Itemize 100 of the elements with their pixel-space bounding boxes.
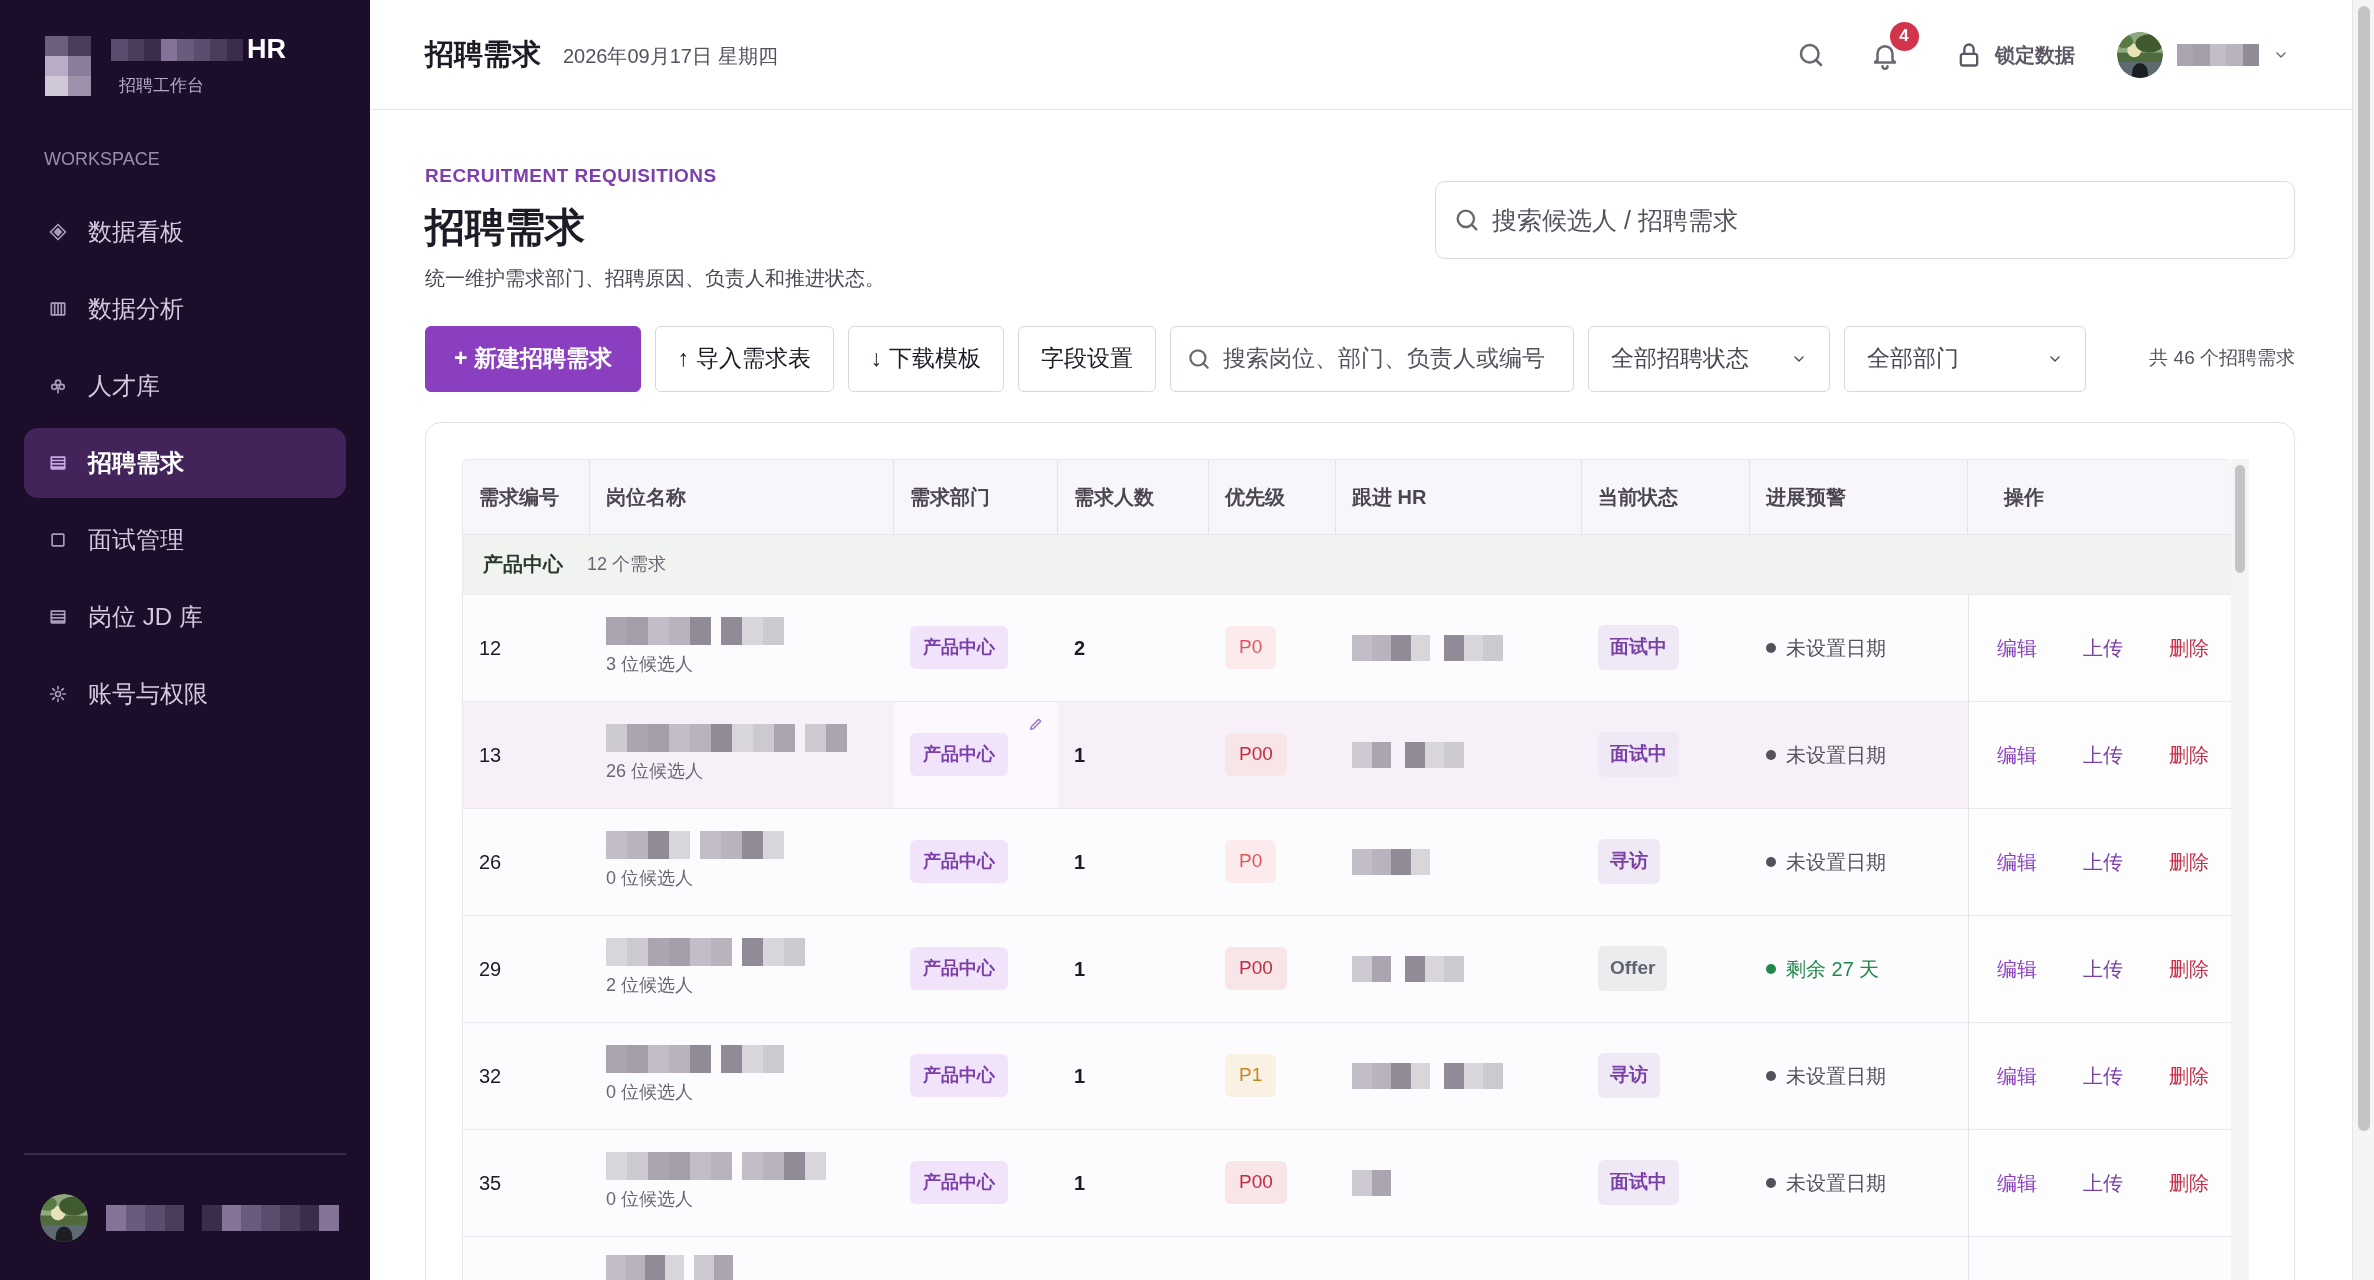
square-icon (48, 530, 68, 550)
department-tag: 产品中心 (910, 840, 1008, 883)
priority-badge: P1 (1225, 1054, 1277, 1097)
nav-item[interactable]: 面试管理 (24, 505, 346, 575)
date-text: 2026年09月17日 星期四 (563, 44, 778, 69)
column-header[interactable]: 优先级 (1209, 459, 1336, 534)
department-tag: 产品中心 (910, 1161, 1008, 1204)
candidate-count: 0 位候选人 (606, 867, 694, 890)
department-tag: 产品中心 (910, 1054, 1008, 1097)
table-cell-text: 26 (478, 849, 503, 875)
toolbar-button[interactable]: ↑ 导入需求表 (654, 325, 834, 392)
group-count: 12 个需求 (587, 552, 667, 576)
alert-text: 未设置日期 (1786, 635, 1886, 661)
nav-item[interactable]: 岗位 JD 库 (24, 582, 346, 652)
filter-dropdown[interactable]: 全部部门 (1843, 325, 2086, 392)
redaction-block (805, 724, 847, 752)
priority-badge: P00 (1225, 947, 1287, 990)
department-tag: 产品中心 (910, 733, 1008, 776)
table-cell-text: 1 (1073, 1170, 1087, 1196)
upload-link[interactable]: 上传 (2083, 1060, 2123, 1091)
page-description: 统一维护需求部门、招聘原因、负责人和推进状态。 (425, 265, 885, 291)
candidate-count: 3 位候选人 (606, 653, 694, 676)
list-icon (48, 453, 68, 473)
column-header[interactable]: 需求部门 (894, 459, 1058, 534)
table-row[interactable]: 12 3 位候选人 产品中心 2 P0 面试中 未设置日期 编辑 上传 删除 (463, 594, 2232, 702)
alert-text: 未设置日期 (1786, 742, 1886, 768)
page-title: 招聘需求 (425, 203, 586, 251)
table-row[interactable]: 26 0 位候选人 产品中心 1 P0 寻访 未设置日期 编辑 上传 删除 (463, 808, 2232, 916)
edit-link[interactable]: 编辑 (1997, 953, 2037, 984)
delete-link[interactable]: 删除 (2169, 739, 2209, 770)
edit-link[interactable]: 编辑 (1997, 1060, 2037, 1091)
global-search-field[interactable]: 搜索候选人 / 招聘需求 (1435, 181, 2295, 259)
alert-text: 未设置日期 (1786, 1170, 1886, 1196)
edit-link[interactable]: 编辑 (1997, 739, 2037, 770)
redaction-block (742, 938, 805, 966)
candidate-count: 26 位候选人 (606, 760, 705, 783)
delete-link[interactable]: 删除 (2169, 632, 2209, 663)
delete-link[interactable]: 删除 (2169, 1167, 2209, 1198)
table-row[interactable]: 32 0 位候选人 产品中心 1 P1 寻访 未设置日期 编辑 上传 删除 (463, 1022, 2232, 1130)
gear-icon (48, 684, 68, 704)
filter-dropdown[interactable]: 全部招聘状态 (1587, 325, 1830, 392)
upload-link[interactable]: 上传 (2083, 846, 2123, 877)
column-header[interactable]: 当前状态 (1582, 459, 1750, 534)
search-field[interactable]: 搜索岗位、部门、负责人或编号 (1169, 325, 1574, 392)
column-header[interactable]: 进展预警 (1750, 459, 1968, 534)
redaction-block (694, 1254, 733, 1280)
column-header[interactable]: 需求编号 (463, 459, 590, 534)
candidate-count: 0 位候选人 (606, 1188, 694, 1211)
redaction-block (1352, 1169, 1391, 1196)
redaction-block (1352, 955, 1391, 982)
grid-icon (48, 299, 68, 319)
delete-link[interactable]: 删除 (2169, 1060, 2209, 1091)
table-scrollbar[interactable] (2231, 458, 2249, 1280)
table-row[interactable]: 29 2 位候选人 产品中心 1 P00 Offer 剩余 27 天 编辑 上传 删除 (463, 915, 2232, 1023)
redaction-block (721, 1045, 784, 1073)
column-header[interactable]: 需求人数 (1058, 459, 1209, 534)
upload-link[interactable]: 上传 (2083, 1167, 2123, 1198)
table-cell-text: 1 (1073, 742, 1087, 768)
nav-item[interactable]: 数据分析 (24, 274, 346, 344)
scrollbar[interactable] (2352, 0, 2374, 1280)
table-cell-text: 1 (1073, 1063, 1087, 1089)
edit-link[interactable]: 编辑 (1997, 1167, 2037, 1198)
nav-item[interactable]: 招聘需求 (24, 428, 346, 498)
table-cell-text: 29 (478, 956, 503, 982)
upload-link[interactable]: 上传 (2083, 632, 2123, 663)
delete-link[interactable]: 删除 (2169, 953, 2209, 984)
edit-link[interactable]: 编辑 (1997, 632, 2037, 663)
list-icon (48, 607, 68, 627)
toolbar-button[interactable]: 字段设置 (1017, 325, 1156, 392)
nav-item[interactable]: 数据看板 (24, 197, 346, 267)
delete-link[interactable]: 删除 (2169, 846, 2209, 877)
column-header[interactable]: 操作 (1968, 459, 2232, 534)
table-row[interactable]: 35 0 位候选人 产品中心 1 P00 面试中 未设置日期 编辑 上传 删除 (463, 1129, 2232, 1237)
priority-badge: P00 (1225, 733, 1287, 776)
table-cell-text: 12 (478, 635, 503, 661)
club-icon (48, 376, 68, 396)
upload-link[interactable]: 上传 (2083, 739, 2123, 770)
table-cell-text: 32 (478, 1063, 503, 1089)
upload-link[interactable]: 上传 (2083, 953, 2123, 984)
toolbar-button[interactable]: ↓ 下载模板 (847, 325, 1004, 392)
lock-data-button[interactable]: 锁定数据 (1954, 39, 2075, 70)
nav-item[interactable]: 账号与权限 (24, 659, 346, 729)
table-row[interactable]: 13 26 位候选人 产品中心 1 P00 面试中 未设置日期 编辑 上传 删除 (463, 701, 2232, 809)
department-tag: 产品中心 (910, 947, 1008, 990)
candidate-count: 0 位候选人 (606, 1081, 694, 1104)
section-label: WORKSPACE (43, 148, 161, 171)
redaction-block (1444, 634, 1503, 661)
table-cell-text: 1 (1073, 956, 1087, 982)
status-badge: 面试中 (1598, 1160, 1679, 1205)
table-cell-text: 35 (478, 1170, 503, 1196)
create-button[interactable]: + 新建招聘需求 (425, 325, 641, 392)
brand-name: HR (247, 36, 286, 63)
table-cell-text: 2 (1073, 635, 1087, 661)
column-header[interactable]: 岗位名称 (590, 459, 894, 534)
group-name: 产品中心 (483, 552, 563, 577)
edit-link[interactable]: 编辑 (1997, 846, 2037, 877)
column-header[interactable]: 跟进 HR (1336, 459, 1582, 534)
status-badge: Offer (1598, 946, 1668, 991)
nav-item[interactable]: 人才库 (24, 351, 346, 421)
brand-subtitle: 招聘工作台 (119, 75, 205, 97)
